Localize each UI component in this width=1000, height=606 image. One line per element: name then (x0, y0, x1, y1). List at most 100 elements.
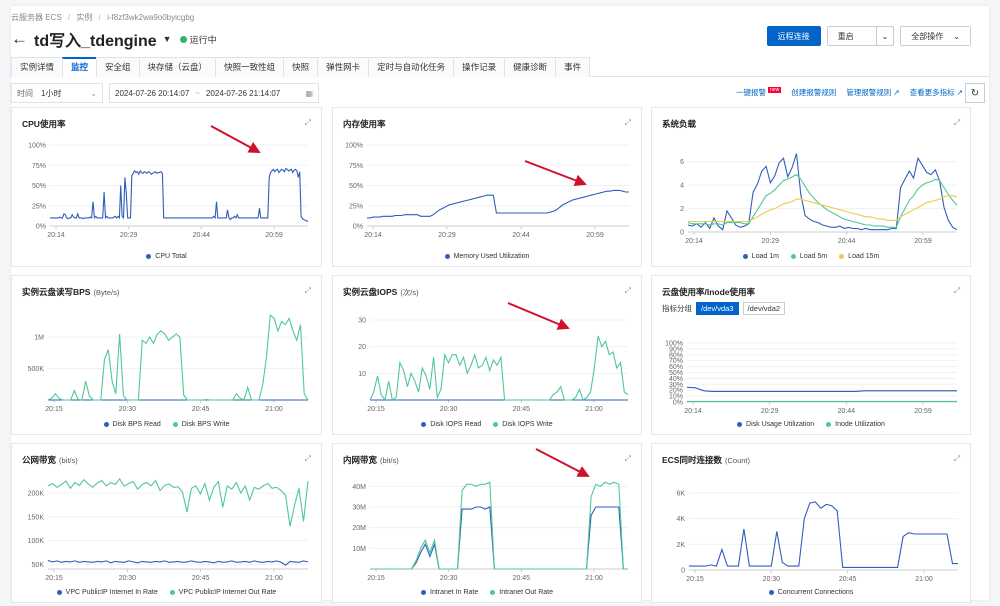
x-tick-label: 20:14 (364, 232, 382, 239)
series-line-1 (687, 173, 958, 228)
remote-connect-button[interactable]: 远程连接 (766, 26, 821, 46)
chart-panel-bps: 实例云盘读写BPS (Byte/s) ⤢ 500K 1M 20:15 20:30 20:45 2… (11, 275, 322, 435)
legend-item[interactable]: Disk BPS Write (172, 421, 229, 428)
page: 云服务器 ECS / 实例 / i-f8zf3wk2wa9o0byicgbg ←… (11, 6, 989, 603)
restart-split-button: 重启 ⌄ (826, 26, 895, 46)
chart-load: 0 2 4 6 20:14 20:29 20:44 20:59 (680, 153, 958, 245)
tab-3[interactable]: 块存储（云盘） (138, 57, 217, 77)
legend-item[interactable]: Load 1m (742, 253, 779, 260)
alert-links: 一键报警 new 创建报警规则 管理报警规则 ↗ 查看更多指标 ↗ (736, 87, 963, 98)
calendar-icon: ▦ (305, 88, 313, 98)
end-time: 2024-07-26 21:14:07 (205, 88, 281, 98)
chart-legend: Disk IOPS Read Disk IOPS Write (333, 421, 641, 428)
x-tick-label: 20:15 (686, 576, 704, 583)
x-tick-label: 20:15 (367, 575, 385, 582)
x-tick-label: 20:15 (45, 406, 63, 413)
legend-item[interactable]: VPC PublicIP Internet In Rate (56, 589, 158, 596)
y-tick-label: 200K (28, 491, 45, 498)
legend-item[interactable]: Disk BPS Read (103, 421, 161, 428)
legend-label: Load 1m (751, 253, 779, 260)
legend-item[interactable]: VPC PublicIP Internet Out Rate (169, 589, 276, 596)
x-tick-label: 20:15 (367, 406, 385, 413)
chevron-down-icon: ⌄ (953, 31, 960, 41)
y-tick-label: 10M (352, 546, 366, 553)
legend-item[interactable]: Disk Usage Utilization (737, 421, 814, 428)
legend-label: Disk IOPS Read (430, 421, 482, 428)
restart-button[interactable]: 重启 (826, 26, 877, 46)
instance-switch-caret-icon[interactable]: ▼ (163, 34, 172, 44)
legend-dot-icon (172, 421, 178, 427)
restart-dropdown-chevron-icon[interactable]: ⌄ (876, 26, 895, 46)
legend-item[interactable]: Load 15m (839, 253, 879, 260)
tab-0[interactable]: 实例详情 (11, 57, 64, 77)
page-title: td写入_tdengine (34, 33, 157, 50)
back-arrow-icon[interactable]: ← (11, 29, 28, 49)
one-click-alert-link[interactable]: 一键报警 new (736, 87, 782, 98)
x-tick-label: 21:00 (265, 406, 283, 413)
date-range-picker[interactable]: 2024-07-26 20:14:07 ~ 2024-07-26 21:14:0… (109, 83, 319, 103)
legend-item[interactable]: CPU Total (146, 253, 187, 260)
chart-legend: CPU Total (12, 253, 321, 260)
breadcrumb-root[interactable]: 云服务器 ECS (11, 13, 62, 22)
manage-alert-rules-label: 管理报警规则 (846, 88, 892, 97)
legend-dot-icon (56, 589, 62, 595)
series-line-0 (686, 386, 957, 392)
manage-alert-rules-link[interactable]: 管理报警规则 ↗ (846, 87, 899, 98)
tab-6[interactable]: 弹性网卡 (317, 57, 370, 77)
legend-label: CPU Total (155, 253, 187, 260)
x-tick-label: 20:45 (839, 576, 857, 583)
y-tick-label: 0% (353, 224, 363, 231)
legend-label: Intranet In Rate (430, 589, 479, 596)
refresh-button[interactable]: ↻ (965, 83, 985, 103)
tab-10[interactable]: 事件 (555, 57, 591, 77)
tab-9[interactable]: 健康诊断 (504, 57, 557, 77)
chart-pub: 50K 100K 150K 200K 20:15 20:30 20:45 21:00 (28, 477, 309, 582)
instance-tabs: 实例详情 监控 安全组 块存储（云盘） 快照一致性组 快照 弹性网卡 定时与自动化任务 操作记录… (11, 57, 989, 77)
legend-dot-icon (169, 589, 175, 595)
legend-item[interactable]: Intranet In Rate (421, 589, 478, 596)
status-dot-icon (179, 35, 187, 43)
view-more-metrics-link[interactable]: 查看更多指标 ↗ (910, 87, 963, 98)
chart-legend: Concurrent Connections (652, 589, 970, 596)
legend-label: Inode Utilization (835, 421, 885, 428)
all-operations-button[interactable]: 全部操作 ⌄ (900, 26, 971, 46)
tab-2[interactable]: 安全组 (96, 57, 140, 77)
y-tick-label: 10 (358, 371, 366, 378)
breadcrumb-instances[interactable]: 实例 (76, 13, 92, 22)
tab-7[interactable]: 定时与自动化任务 (368, 57, 455, 77)
legend-item[interactable]: Concurrent Connections (768, 589, 853, 596)
legend-label: Disk Usage Utilization (746, 421, 815, 428)
x-tick-label: 21:00 (265, 575, 283, 582)
legend-item[interactable]: Intranet Out Rate (490, 589, 553, 596)
x-tick-label: 20:30 (763, 576, 781, 583)
legend-item[interactable]: Disk IOPS Write (493, 421, 553, 428)
breadcrumb: 云服务器 ECS / 实例 / i-f8zf3wk2wa9o0byicgbg (11, 12, 198, 23)
legend-item[interactable]: Inode Utilization (826, 421, 885, 428)
y-tick-label: 75% (349, 163, 363, 170)
legend-label: Memory Used Utilization (453, 253, 530, 260)
y-tick-label: 6K (676, 490, 685, 497)
series-line-0 (50, 167, 308, 222)
legend-item[interactable]: Load 5m (790, 253, 827, 260)
series-line-1 (369, 335, 629, 402)
tab-1[interactable]: 监控 (62, 57, 98, 77)
time-range-select[interactable]: 时间 1小时 ⌄ (11, 83, 103, 103)
tab-4[interactable]: 快照一致性组 (215, 57, 285, 77)
legend-dot-icon (493, 421, 499, 427)
y-tick-label: 40M (352, 484, 366, 491)
create-alert-rule-link[interactable]: 创建报警规则 (791, 87, 836, 98)
tab-5[interactable]: 快照 (283, 57, 319, 77)
series-line-1 (47, 477, 309, 527)
status-badge: 运行中 (189, 34, 217, 45)
tab-8[interactable]: 操作记录 (453, 57, 506, 77)
chart-intra: 10M 20M 30M 40M 20:15 20:30 20:45 21:00 (352, 481, 628, 582)
chart-panel-conn: ECS同时连接数 (Count) ⤢ 0 2K 4K 6K 20:15 20:30 20:45 21… (651, 443, 971, 603)
x-tick-label: 20:29 (438, 232, 456, 239)
legend-item[interactable]: Memory Used Utilization (444, 253, 530, 260)
series-line-0 (689, 501, 958, 568)
external-link-icon: ↗ (956, 88, 963, 97)
chart-legend: Disk BPS Read Disk BPS Write (12, 421, 321, 428)
legend-dot-icon (490, 589, 496, 595)
legend-item[interactable]: Disk IOPS Read (421, 421, 481, 428)
x-tick-label: 20:14 (685, 238, 703, 245)
